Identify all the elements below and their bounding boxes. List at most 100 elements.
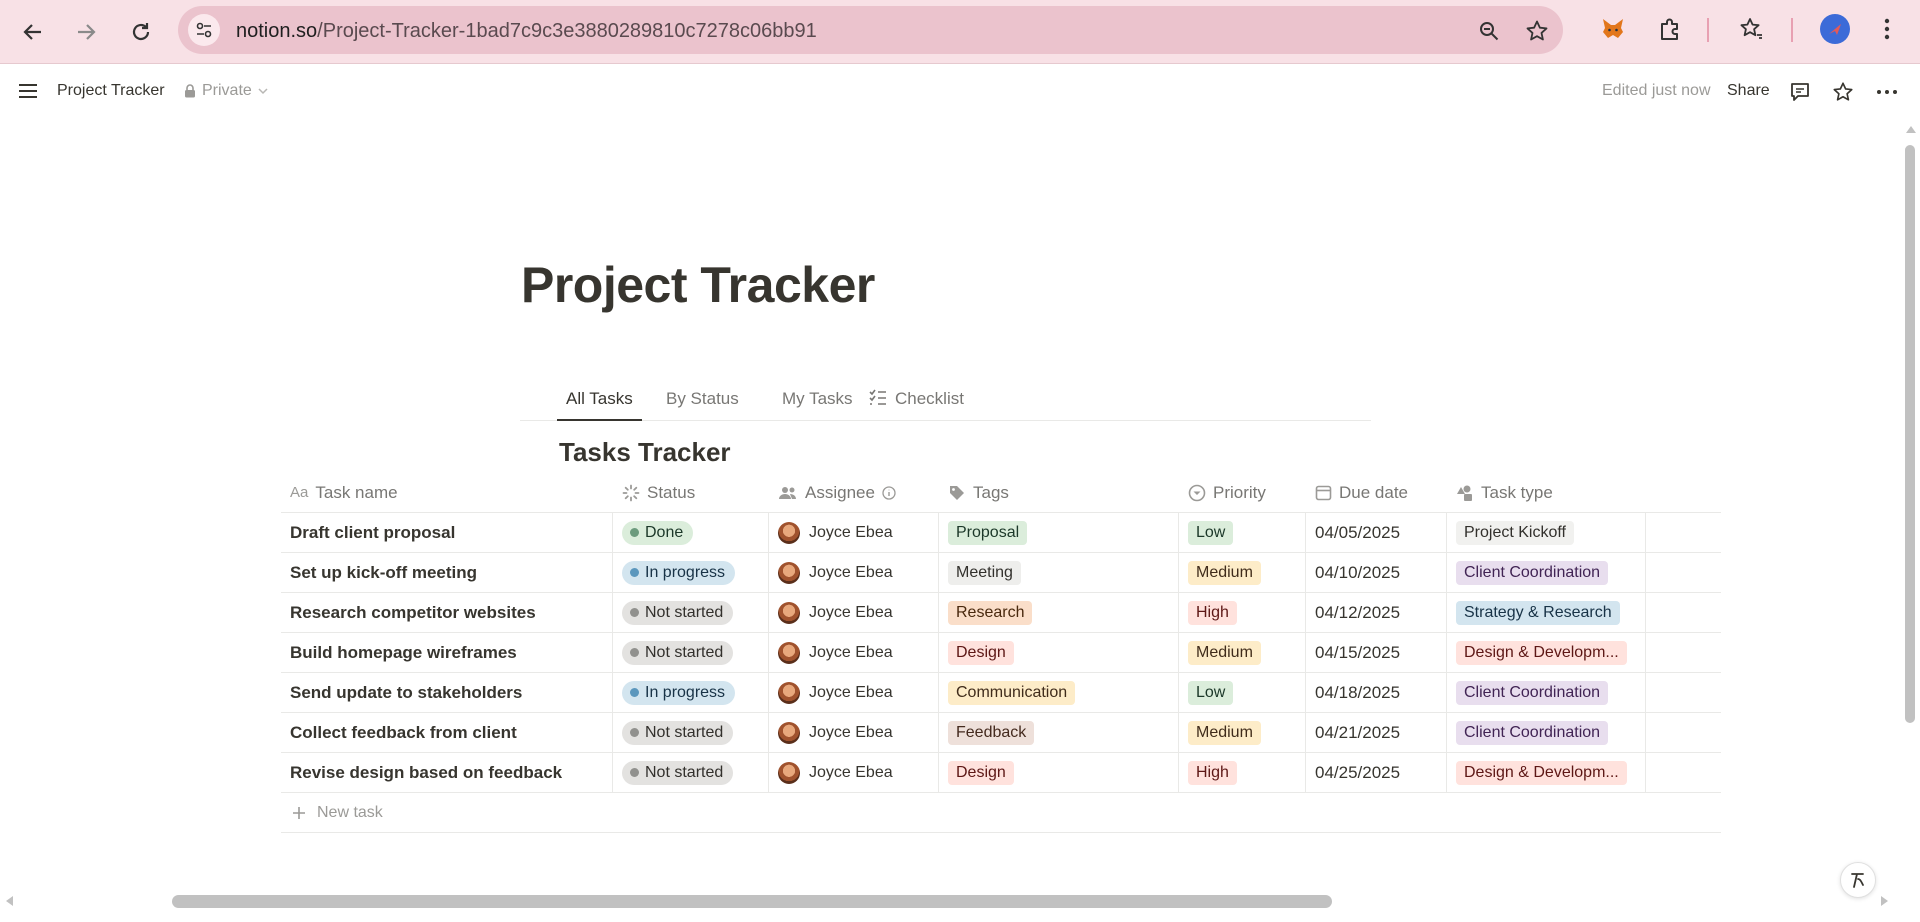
priority-cell[interactable]: Medium [1179,553,1306,592]
task-type-cell[interactable]: Client Coordination [1447,713,1646,752]
task-type-cell[interactable]: Client Coordination [1447,673,1646,712]
empty-cell[interactable] [1646,753,1721,792]
table-row[interactable]: Send update to stakeholders In progress Jo… [281,673,1721,713]
more-options-button[interactable] [1874,79,1900,105]
share-button[interactable]: Share [1727,82,1770,100]
scroll-right-arrow-icon[interactable] [1880,895,1890,907]
forward-button[interactable] [66,12,106,52]
priority-cell[interactable]: High [1179,753,1306,792]
task-type-cell[interactable]: Project Kickoff [1447,513,1646,552]
tags-cell[interactable]: Proposal [939,513,1179,552]
status-cell[interactable]: Done [613,513,769,552]
bookmarks-button[interactable] [1736,14,1766,44]
header-status[interactable]: Status [613,473,769,512]
bookmark-button[interactable] [1524,18,1550,44]
table-row[interactable]: Set up kick-off meeting In progress Joyce … [281,553,1721,593]
due-date-cell[interactable]: 04/21/2025 [1306,713,1447,752]
scroll-up-arrow-icon[interactable] [1905,124,1917,134]
status-badge[interactable]: Not started [622,600,734,625]
task-name[interactable]: Send update to stakeholders [290,683,522,703]
url-text[interactable]: notion.so/Project-Tracker-1bad7c9c3e3880… [236,20,817,43]
tags-cell[interactable]: Meeting [939,553,1179,592]
task-name[interactable]: Draft client proposal [290,523,455,543]
status-badge[interactable]: Not started [622,760,734,785]
scroll-left-arrow-icon[interactable] [4,895,14,907]
due-date-cell[interactable]: 04/05/2025 [1306,513,1447,552]
task-type-cell[interactable]: Design & Developm... [1447,753,1646,792]
priority-cell[interactable]: Low [1179,673,1306,712]
assignee-cell[interactable]: Joyce Ebea [769,713,939,752]
task-name-cell[interactable]: Build homepage wireframes [281,633,613,672]
empty-cell[interactable] [1646,673,1721,712]
tags-cell[interactable]: Design [939,633,1179,672]
due-date-cell[interactable]: 04/12/2025 [1306,593,1447,632]
due-date-cell[interactable]: 04/25/2025 [1306,753,1447,792]
task-type-cell[interactable]: Strategy & Research [1447,593,1646,632]
priority-cell[interactable]: Medium [1179,633,1306,672]
new-task-button[interactable]: New task [281,793,1721,833]
task-name-cell[interactable]: Send update to stakeholders [281,673,613,712]
priority-cell[interactable]: Low [1179,513,1306,552]
tab-all-tasks[interactable]: All Tasks [557,389,642,421]
zoom-button[interactable] [1476,18,1502,44]
tags-cell[interactable]: Research [939,593,1179,632]
sidebar-toggle-button[interactable] [16,79,40,103]
status-cell[interactable]: Not started [613,713,769,752]
priority-cell[interactable]: High [1179,593,1306,632]
table-row[interactable]: Research competitor websites Not started J… [281,593,1721,633]
task-name[interactable]: Revise design based on feedback [290,763,562,783]
tags-cell[interactable]: Communication [939,673,1179,712]
status-cell[interactable]: Not started [613,633,769,672]
task-name[interactable]: Set up kick-off meeting [290,563,477,583]
info-icon[interactable] [882,485,896,500]
task-type-cell[interactable]: Client Coordination [1447,553,1646,592]
header-priority[interactable]: Priority [1179,473,1306,512]
status-badge[interactable]: Done [622,520,694,545]
page-title[interactable]: Project Tracker [521,256,875,314]
horizontal-scroll-thumb[interactable] [172,895,1332,908]
empty-cell[interactable] [1646,633,1721,672]
task-name-cell[interactable]: Revise design based on feedback [281,753,613,792]
address-bar[interactable]: notion.so/Project-Tracker-1bad7c9c3e3880… [178,6,1563,54]
assignee-cell[interactable]: Joyce Ebea [769,553,939,592]
priority-cell[interactable]: Medium [1179,713,1306,752]
header-due-date[interactable]: Due date [1306,473,1447,512]
assignee-cell[interactable]: Joyce Ebea [769,593,939,632]
task-name[interactable]: Collect feedback from client [290,723,517,743]
header-task-type[interactable]: Task type [1447,473,1646,512]
metamask-extension[interactable] [1598,14,1628,44]
status-badge[interactable]: In progress [622,680,736,705]
table-row[interactable]: Build homepage wireframes Not started Joyc… [281,633,1721,673]
table-row[interactable]: Collect feedback from client Not started J… [281,713,1721,753]
assignee-cell[interactable]: Joyce Ebea [769,633,939,672]
status-badge[interactable]: Not started [622,720,734,745]
due-date-cell[interactable]: 04/15/2025 [1306,633,1447,672]
status-cell[interactable]: Not started [613,593,769,632]
assignee-cell[interactable]: Joyce Ebea [769,673,939,712]
favorite-button[interactable] [1830,79,1856,105]
tab-checklist[interactable]: Checklist [869,389,964,421]
task-name-cell[interactable]: Draft client proposal [281,513,613,552]
status-badge[interactable]: Not started [622,640,734,665]
assignee-cell[interactable]: Joyce Ebea [769,513,939,552]
status-cell[interactable]: In progress [613,553,769,592]
task-name-cell[interactable]: Research competitor websites [281,593,613,632]
status-cell[interactable]: In progress [613,673,769,712]
empty-cell[interactable] [1646,713,1721,752]
table-row[interactable]: Draft client proposal Done Joyce Ebea Propo… [281,513,1721,553]
status-cell[interactable]: Not started [613,753,769,792]
empty-cell[interactable] [1646,553,1721,592]
task-type-cell[interactable]: Design & Developm... [1447,633,1646,672]
back-button[interactable] [13,12,53,52]
assignee-cell[interactable]: Joyce Ebea [769,753,939,792]
due-date-cell[interactable]: 04/18/2025 [1306,673,1447,712]
extensions-button[interactable] [1655,14,1685,44]
site-info-button[interactable] [188,14,220,46]
reload-button[interactable] [121,12,161,52]
privacy-selector[interactable]: Private [184,82,268,100]
empty-cell[interactable] [1646,513,1721,552]
task-name[interactable]: Build homepage wireframes [290,643,517,663]
tags-cell[interactable]: Feedback [939,713,1179,752]
due-date-cell[interactable]: 04/10/2025 [1306,553,1447,592]
task-name[interactable]: Research competitor websites [290,603,536,623]
